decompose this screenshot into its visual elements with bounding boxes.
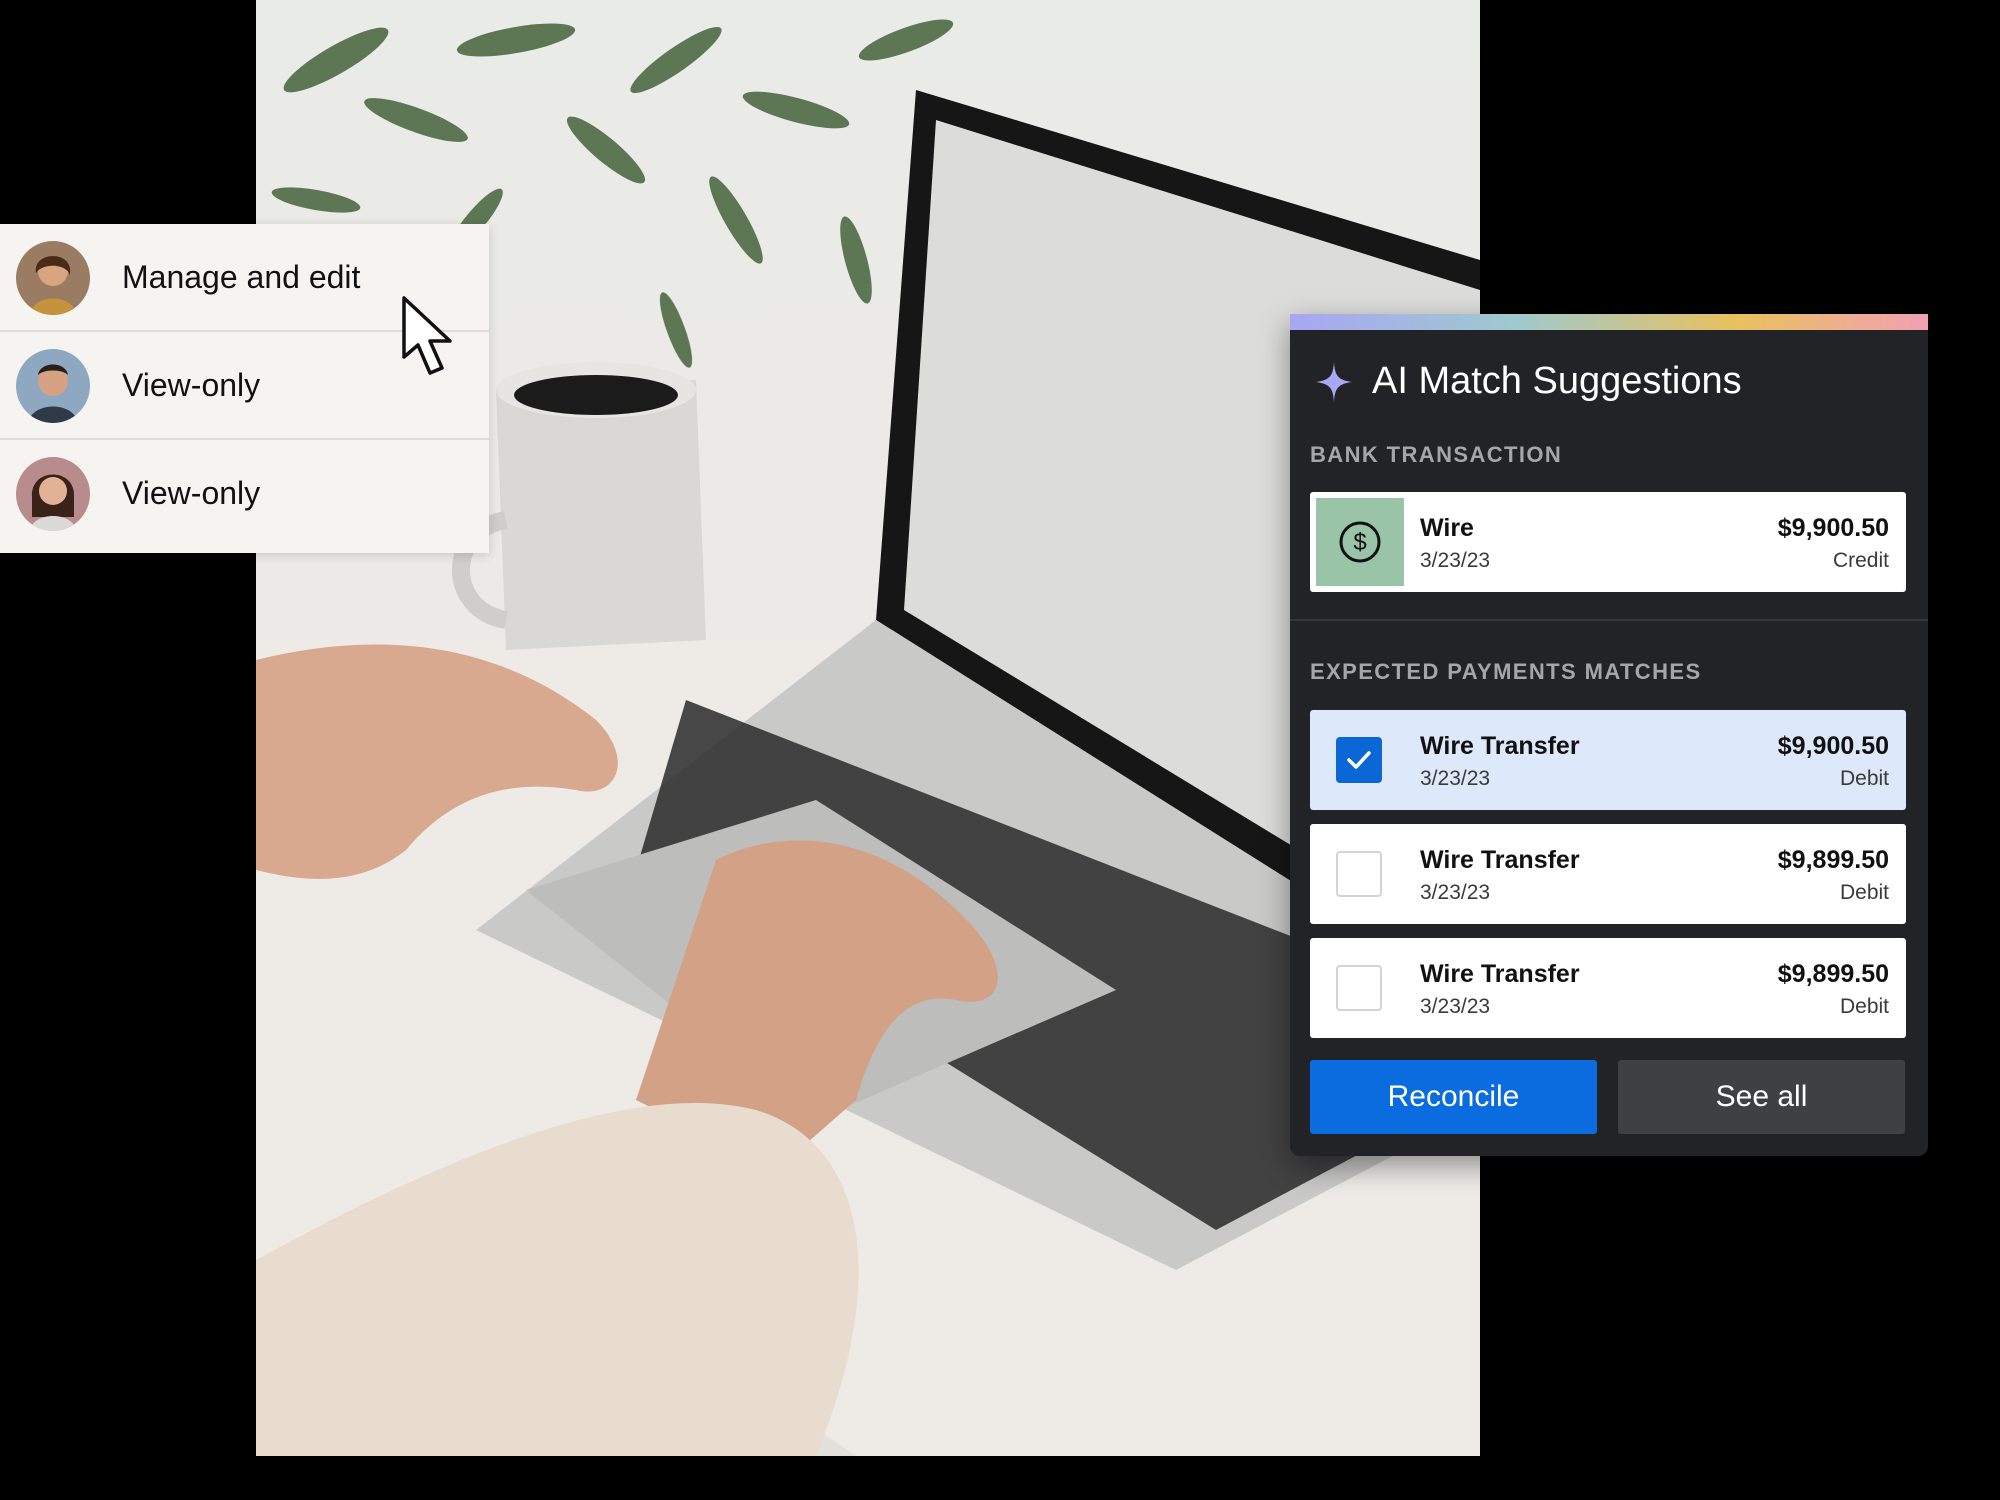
panel-title: AI Match Suggestions (1372, 360, 1742, 402)
match-amount: $9,900.50 (1777, 732, 1889, 760)
bank-transaction-card: $ Wire 3/23/23 $9,900.50 Credit (1310, 492, 1906, 592)
permission-label: Manage and edit (122, 259, 361, 295)
see-all-button[interactable]: See all (1618, 1060, 1905, 1134)
match-row[interactable]: Wire Transfer 3/23/23 $9,899.50 Debit (1310, 938, 1906, 1038)
match-type: Debit (1839, 881, 1889, 904)
match-row[interactable]: Wire Transfer 3/23/23 $9,900.50 Debit (1310, 710, 1906, 810)
avatar (16, 348, 90, 423)
permission-label: View-only (122, 475, 261, 511)
match-checkbox[interactable] (1336, 737, 1382, 783)
bank-section-label: BANK TRANSACTION (1310, 442, 1563, 467)
avatar (16, 456, 90, 531)
transaction-date: 3/23/23 (1420, 549, 1491, 572)
match-amount: $9,899.50 (1777, 846, 1889, 874)
match-checkbox[interactable] (1336, 851, 1382, 897)
reconcile-button[interactable]: Reconcile (1310, 1060, 1597, 1134)
match-type: Debit (1839, 995, 1889, 1018)
sparkle-icon (1316, 361, 1352, 402)
transaction-amount: $9,900.50 (1777, 514, 1889, 542)
ai-match-panel: AI Match Suggestions BANK TRANSACTION $ … (1290, 314, 1928, 1156)
match-name: Wire Transfer (1420, 732, 1580, 760)
checkmark-icon (1347, 751, 1371, 769)
panel-header: AI Match Suggestions (1316, 360, 1742, 403)
match-row[interactable]: Wire Transfer 3/23/23 $9,899.50 Debit (1310, 824, 1906, 924)
match-name: Wire Transfer (1420, 960, 1580, 988)
permission-row[interactable]: View-only (0, 440, 489, 547)
divider (1290, 619, 1928, 621)
matches-section-label: EXPECTED PAYMENTS MATCHES (1310, 659, 1702, 684)
match-date: 3/23/23 (1420, 995, 1491, 1018)
match-date: 3/23/23 (1420, 767, 1491, 790)
match-checkbox[interactable] (1336, 965, 1382, 1011)
mouse-cursor-icon (402, 296, 452, 375)
match-type: Debit (1839, 767, 1889, 790)
dollar-tile: $ (1316, 498, 1404, 586)
svg-text:$: $ (1353, 529, 1366, 556)
permission-label: View-only (122, 367, 261, 403)
match-amount: $9,899.50 (1777, 960, 1889, 988)
transaction-type: Credit (1832, 549, 1889, 572)
dollar-icon: $ (1339, 521, 1381, 563)
match-name: Wire Transfer (1420, 846, 1580, 874)
permissions-card: Manage and edit View-only View-only (0, 224, 489, 553)
match-date: 3/23/23 (1420, 881, 1491, 904)
avatar (16, 240, 90, 315)
gradient-bar (1290, 314, 1928, 330)
transaction-name: Wire (1420, 514, 1474, 542)
